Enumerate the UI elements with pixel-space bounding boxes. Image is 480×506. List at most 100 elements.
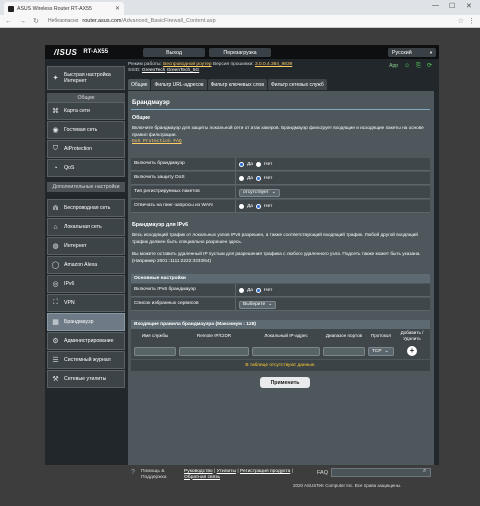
ssid-2g[interactable]: GreenTech	[142, 68, 165, 73]
sidebar-item-label: Гостевая сеть	[64, 127, 98, 133]
browser-tab[interactable]: ASUS Wireless Router RT-AX55 ✕	[4, 2, 124, 15]
sidebar-item-network-tools[interactable]: ⚒ Сетевые утилиты	[47, 370, 125, 388]
radio-no[interactable]	[256, 162, 262, 167]
select-value: TCP	[372, 349, 382, 354]
usb-icon[interactable]: ⎘	[416, 63, 421, 69]
ipv6-icon: ◎	[52, 281, 59, 288]
footer-link-utilities[interactable]: Утилиты	[217, 469, 236, 474]
tab-service-filter[interactable]: Фильтр сетевых служб	[268, 79, 327, 90]
sidebar-item-vpn[interactable]: ⛶ VPN	[47, 294, 125, 312]
minimize-icon[interactable]: —	[432, 2, 439, 9]
reload-icon[interactable]: ↻	[33, 17, 42, 25]
sidebar-item-alexa[interactable]: ◯ Amazon Alexa	[47, 256, 125, 274]
sidebar-item-wireless[interactable]: ⋒ Беспроводная сеть	[47, 199, 125, 217]
logged-packets-select[interactable]: отсутствует ⌄	[239, 188, 280, 197]
protocol-select[interactable]: TCP ⌄	[368, 347, 394, 356]
ssid-5g[interactable]: GreenTech_5G	[167, 68, 200, 73]
reboot-button[interactable]: Перезагрузка	[209, 48, 271, 57]
mode-link[interactable]: Беспроводной роутер	[163, 62, 212, 67]
radio-no[interactable]	[256, 204, 262, 209]
sidebar-item-label: IPv6	[64, 281, 75, 287]
local-ip-input[interactable]	[252, 347, 320, 356]
internet-status-icon[interactable]: ⟳	[427, 63, 432, 69]
browser-menu-icon[interactable]: ⋮	[468, 17, 475, 25]
row-label: Список избранных сервисов	[134, 301, 199, 306]
logout-button[interactable]: Выход	[143, 48, 205, 57]
faq-search-input[interactable]	[331, 468, 431, 477]
tab-keyword-filter[interactable]: Фильтр ключевых слов	[207, 79, 267, 90]
address-bar: ← → ↻ Небезопасно router.asus.com/Advanc…	[0, 15, 480, 28]
radio-no[interactable]	[256, 288, 262, 293]
sidebar-item-ipv6[interactable]: ◎ IPv6	[47, 275, 125, 293]
sidebar-item-quick-setup[interactable]: ✦ Быстрая настройка Интернет	[47, 66, 125, 90]
sidebar-item-firewall[interactable]: ▦ Брандмауэр	[47, 313, 125, 331]
sidebar-item-lan[interactable]: ⌂ Локальная сеть	[47, 218, 125, 236]
language-select[interactable]: Русский ▼	[388, 48, 436, 57]
sidebar-item-internet[interactable]: ◍ Интернет	[47, 237, 125, 255]
globe-icon: ◍	[52, 243, 59, 250]
url-field[interactable]: router.asus.com/Advanced_BasicFirewall_C…	[82, 18, 215, 24]
radio-yes[interactable]	[239, 176, 244, 181]
tab-title: ASUS Wireless Router RT-AX55	[17, 5, 92, 12]
inbound-rules-header: Входящие правила брандмауэра (Максимум :…	[131, 320, 430, 329]
chevron-down-icon: ⌄	[268, 302, 273, 307]
app-icon[interactable]: App	[389, 63, 398, 69]
search-icon[interactable]: ⌕	[423, 468, 426, 475]
chevron-down-icon: ⌄	[271, 190, 276, 195]
sidebar-item-network-map[interactable]: ⌘ Карта сети	[47, 102, 125, 120]
footer-link-manual[interactable]: Руководство	[184, 469, 213, 474]
remote-ip-input[interactable]	[179, 347, 249, 356]
dos-faq-link[interactable]: DoS Protection FAQ	[132, 139, 182, 144]
general-description: Включите брандмауэр для защиты локальной…	[132, 125, 428, 146]
close-tab-icon[interactable]: ✕	[115, 5, 120, 12]
router-ui: /ISUS RT-AX55 Выход Перезагрузка Русский…	[45, 45, 439, 465]
close-window-icon[interactable]: ✕	[466, 2, 472, 10]
tab-general[interactable]: Общие	[128, 79, 151, 90]
footer-link-registration[interactable]: Регистрация продукта	[240, 469, 290, 474]
maximize-icon[interactable]: ☐	[449, 2, 455, 10]
section-title-general: Общие	[132, 115, 151, 121]
service-name-input[interactable]	[134, 347, 176, 356]
divider	[131, 109, 430, 110]
ipv6-description-2: Вы можете оставить удаленный IP пустым д…	[132, 251, 421, 263]
bookmark-star-icon[interactable]: ☆	[458, 17, 464, 25]
favorite-services-select[interactable]: Выберите ⌄	[239, 300, 277, 309]
wireless-icon: ⋒	[52, 205, 59, 212]
radio-yes[interactable]	[239, 288, 244, 293]
port-range-input[interactable]	[323, 347, 365, 356]
asus-logo: /ISUS	[54, 47, 78, 57]
tab-url-filter[interactable]: Фильтр URL-адресов	[151, 79, 207, 90]
row-ipv6-firewall: Включить IPv6 брандмауэр Да Нет	[131, 284, 430, 297]
add-rule-button[interactable]: +	[407, 346, 417, 356]
radio-yes[interactable]	[239, 204, 244, 209]
no-label: Нет	[264, 176, 273, 181]
col-protocol: Протокол	[370, 333, 392, 338]
qos-icon: ◔	[53, 164, 58, 172]
sidebar-item-label: Локальная сеть	[64, 224, 102, 230]
firmware-link[interactable]: 3.0.0.4.384_9839	[255, 62, 292, 67]
yes-label: Да	[247, 204, 254, 209]
sidebar-item-aiprotection[interactable]: ⛉ AiProtection	[47, 140, 125, 158]
forward-icon[interactable]: →	[19, 18, 28, 25]
row-label: Включить IPv6 брандмауэр	[134, 287, 196, 292]
back-icon[interactable]: ←	[5, 18, 14, 25]
guest-network-icon: ◉	[52, 127, 59, 134]
sidebar-item-administration[interactable]: ⚙ Администрирование	[47, 332, 125, 350]
row-value: Выберите ⌄	[235, 298, 277, 311]
footer: ? Помощь & Поддержка Руководство | Утили…	[45, 466, 439, 506]
user-icon[interactable]: ☺	[404, 63, 410, 69]
help-icon: ?	[131, 469, 135, 476]
radio-no[interactable]	[256, 176, 262, 181]
not-secure-label[interactable]: Небезопасно	[48, 18, 78, 24]
row-enable-dos: Включить защиту DoS Да Нет	[131, 172, 430, 185]
sidebar-item-guest-network[interactable]: ◉ Гостевая сеть	[47, 121, 125, 139]
model-name: RT-AX55	[83, 49, 109, 55]
apply-button[interactable]: Применить	[260, 377, 310, 388]
col-local-ip: Локальный IP-адрес	[264, 333, 308, 338]
row-label: Включить защиту DoS	[134, 175, 185, 180]
footer-link-feedback[interactable]: Обратная связь	[184, 475, 220, 480]
radio-yes[interactable]	[239, 162, 244, 167]
sidebar-item-qos[interactable]: ◔ QoS	[47, 159, 125, 177]
sidebar-item-system-log[interactable]: ☰ Системный журнал	[47, 351, 125, 369]
page-title: Брандмауэр	[132, 99, 170, 106]
